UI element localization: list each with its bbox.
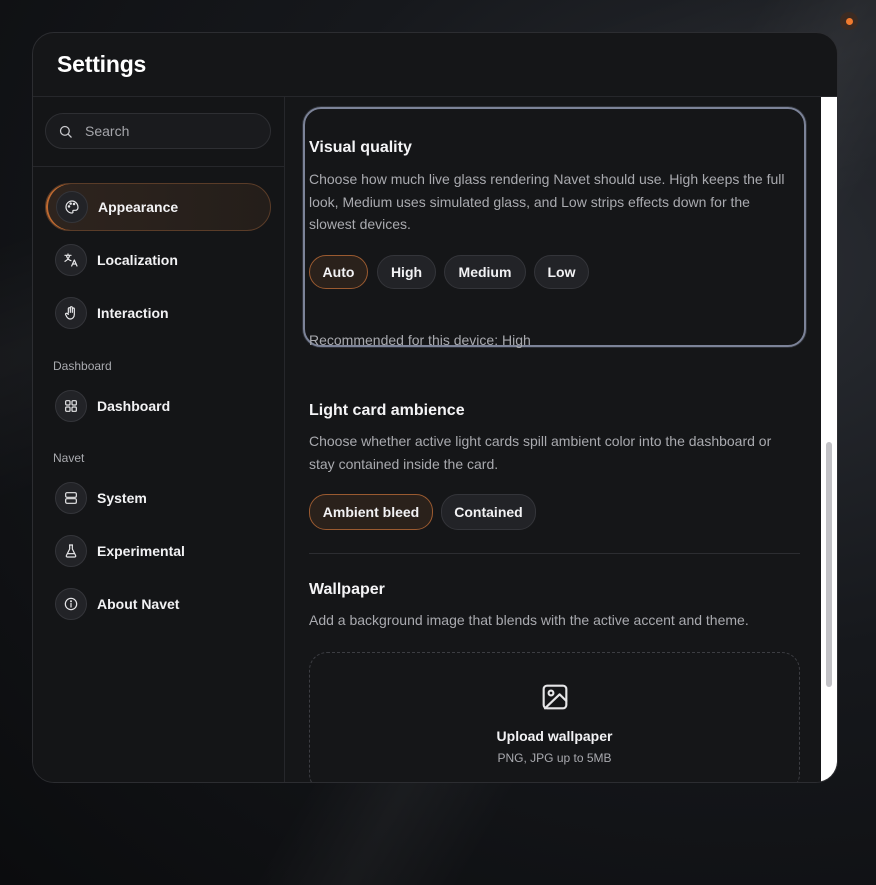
wallpaper-title: Wallpaper [309,581,385,598]
wallpaper-upload-zone[interactable]: Upload wallpaper PNG, JPG up to 5MB [309,652,800,782]
search-icon [59,125,72,138]
ambience-option-contained[interactable]: Contained [441,494,536,530]
status-dot [845,17,853,25]
search-box[interactable] [45,113,271,149]
visual-quality-description: Choose how much live glass rendering Nav… [309,171,785,232]
search-input[interactable] [85,123,255,139]
section-divider [309,553,800,554]
sidebar-item-label: Dashboard [97,398,171,414]
quality-option-low[interactable]: Low [534,255,589,289]
status-indicator [840,12,858,30]
server-icon [55,482,87,514]
image-icon [542,684,568,710]
sidebar: Appearance Localization Interaction Dash… [33,97,285,782]
info-icon [55,588,87,620]
window-header: Settings [33,33,837,97]
sidebar-item-about-navet[interactable]: About Navet [45,580,271,628]
sidebar-item-label: System [97,490,147,506]
hand-icon [55,297,87,329]
sidebar-item-system[interactable]: System [45,474,271,522]
light-card-ambience-title: Light card ambience [309,402,465,419]
sidebar-item-label: Localization [97,252,178,268]
section-label-dashboard: Dashboard [53,359,112,373]
window-title: Settings [57,51,147,77]
section-label-navet: Navet [53,451,85,465]
content-scrollbar[interactable] [821,97,837,782]
grid-icon [55,390,87,422]
ambience-option-ambient-bleed[interactable]: Ambient bleed [309,494,433,530]
translate-icon [55,244,87,276]
wallpaper-description: Add a background image that blends with … [309,612,749,628]
settings-content: Visual quality Choose how much live glas… [285,97,837,782]
sidebar-divider [33,166,284,167]
sidebar-item-label: Interaction [97,305,169,321]
quality-option-high[interactable]: High [377,255,436,289]
upload-format-hint: PNG, JPG up to 5MB [497,751,612,765]
settings-window: Settings Appearance Localization Interac… [32,32,838,783]
sidebar-item-label: Experimental [97,543,185,559]
flask-icon [55,535,87,567]
quality-option-medium[interactable]: Medium [444,255,526,289]
sidebar-item-experimental[interactable]: Experimental [45,527,271,575]
quality-option-auto[interactable]: Auto [309,255,368,289]
visual-quality-title: Visual quality [309,139,412,156]
upload-wallpaper-label: Upload wallpaper [496,728,613,744]
sidebar-item-label: Appearance [98,199,179,215]
sidebar-item-localization[interactable]: Localization [45,236,271,284]
sidebar-item-dashboard[interactable]: Dashboard [45,382,271,430]
light-card-ambience-description: Choose whether active light cards spill … [309,433,772,472]
sidebar-item-appearance[interactable]: Appearance [45,183,271,231]
sidebar-item-label: About Navet [97,596,180,612]
quality-recommendation: Recommended for this device: High [309,332,531,348]
sidebar-item-interaction[interactable]: Interaction [45,289,271,337]
palette-icon [56,191,88,223]
scrollbar-thumb[interactable] [826,442,832,687]
